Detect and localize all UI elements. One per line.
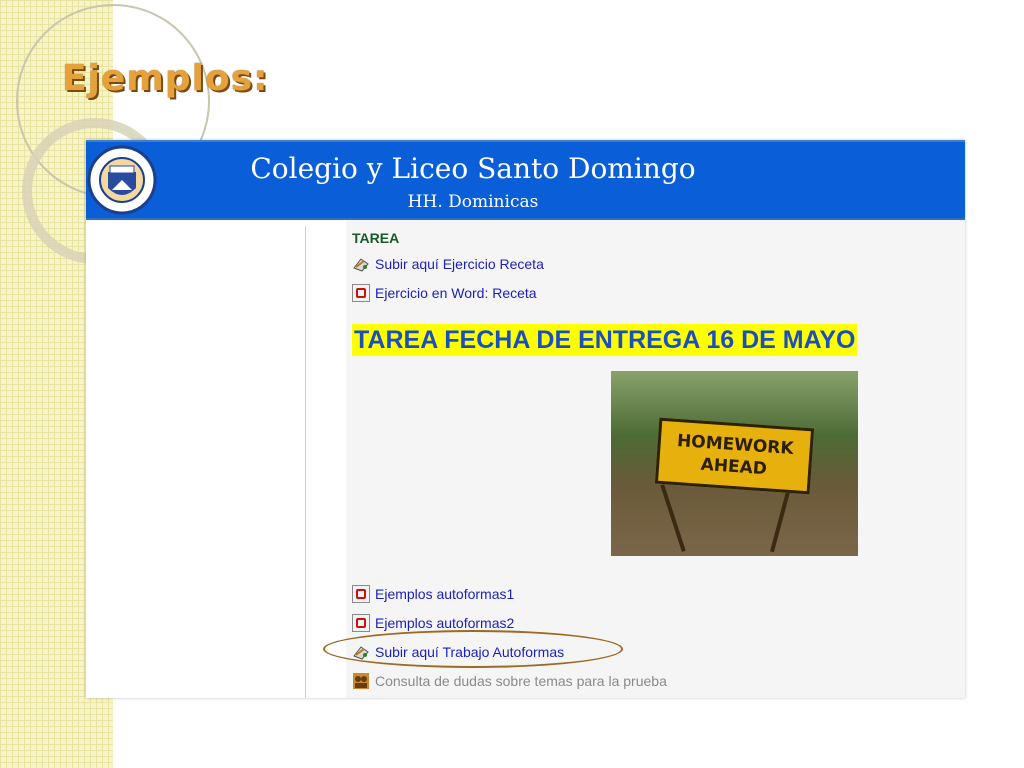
item-label[interactable]: Ejemplos autoformas2 [375,615,514,631]
forum-icon [353,673,369,689]
homework-ahead-image: HOMEWORK AHEAD [611,371,858,556]
assignment-icon [353,258,369,272]
assignment-link-receta[interactable]: Subir aquí Ejercicio Receta [352,254,544,274]
item-label[interactable]: Subir aquí Ejercicio Receta [375,256,544,272]
due-date-heading: TAREA FECHA DE ENTREGA 16 DE MAYO [352,324,858,356]
item-label[interactable]: Consulta de dudas sobre temas para la pr… [375,673,667,689]
section-label: TAREA [352,230,400,246]
highlight-oval [323,630,623,668]
school-name: Colegio y Liceo Santo Domingo [250,152,696,185]
column-divider [305,226,306,698]
pdf-icon [352,614,370,632]
site-banner: Colegio y Liceo Santo Domingo HH. Domini… [86,140,965,220]
sign: HOMEWORK AHEAD [654,417,815,495]
slide-title: Ejemplos: [62,58,269,99]
school-crest-icon [87,145,157,215]
resource-link-word-receta[interactable]: Ejercicio en Word: Receta [352,283,537,303]
pdf-icon [352,585,370,603]
item-label[interactable]: Ejercicio en Word: Receta [375,285,537,301]
item-label[interactable]: Ejemplos autoformas1 [375,586,514,602]
website-screenshot: Colegio y Liceo Santo Domingo HH. Domini… [86,140,965,698]
pdf-icon [352,284,370,302]
resource-link-autoformas1[interactable]: Ejemplos autoformas1 [352,584,514,604]
forum-link-consulta[interactable]: Consulta de dudas sobre temas para la pr… [352,671,667,691]
school-subtitle: HH. Dominicas [407,192,539,212]
